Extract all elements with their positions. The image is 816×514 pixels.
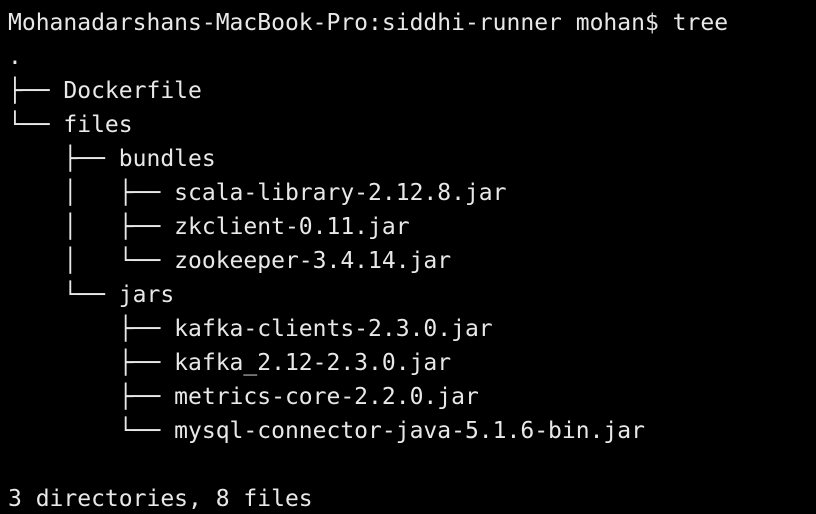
tree-line-file: ├── Dockerfile	[8, 74, 816, 108]
tree-line-root: .	[8, 40, 816, 74]
tree-entry-name: files	[63, 112, 133, 138]
tree-entry-name: zkclient-0.11.jar	[174, 214, 410, 240]
tree-line-file: │ ├── zkclient-0.11.jar	[8, 210, 816, 244]
tree-line-file: ├── metrics-core-2.2.0.jar	[8, 380, 816, 414]
tree-entry-name: kafka-clients-2.3.0.jar	[174, 316, 493, 342]
tree-branch: ├──	[8, 146, 119, 172]
prompt-line: Mohanadarshans-MacBook-Pro:siddhi-runner…	[8, 10, 729, 36]
tree-branch: │ └──	[8, 248, 175, 274]
tree-branch: │ ├──	[8, 180, 175, 206]
tree-branch: ├──	[8, 350, 175, 376]
tree-line-file: └── mysql-connector-java-5.1.6-bin.jar	[8, 414, 816, 448]
tree-line-directory: ├── bundles	[8, 142, 816, 176]
tree-entry-name: .	[8, 44, 22, 70]
tree-entry-name: mysql-connector-java-5.1.6-bin.jar	[174, 418, 645, 444]
tree-line-file: │ └── zookeeper-3.4.14.jar	[8, 244, 816, 278]
tree-entry-name: bundles	[118, 146, 216, 172]
tree-line-file: ├── kafka-clients-2.3.0.jar	[8, 312, 816, 346]
tree-branch: └──	[8, 282, 119, 308]
tree-branch: │ ├──	[8, 214, 175, 240]
tree-line-directory: └── files	[8, 108, 816, 142]
tree-entry-name: Dockerfile	[63, 78, 202, 104]
tree-branch: └──	[8, 112, 64, 138]
tree-entry-name: zookeeper-3.4.14.jar	[174, 248, 452, 274]
tree-line-file: ├── kafka_2.12-2.3.0.jar	[8, 346, 816, 380]
tree-branch: ├──	[8, 384, 175, 410]
terminal-window[interactable]: Mohanadarshans-MacBook-Pro:siddhi-runner…	[0, 0, 816, 514]
tree-branch: ├──	[8, 78, 64, 104]
tree-entry-name: jars	[118, 282, 175, 308]
tree-line-directory: └── jars	[8, 278, 816, 312]
tree-summary: 3 directories, 8 files	[8, 486, 313, 512]
tree-entry-name: kafka_2.12-2.3.0.jar	[174, 350, 452, 376]
tree-entry-name: metrics-core-2.2.0.jar	[174, 384, 479, 410]
tree-branch: └──	[8, 418, 175, 444]
tree-branch: ├──	[8, 316, 175, 342]
tree-line-file: │ ├── scala-library-2.12.8.jar	[8, 176, 816, 210]
tree-entry-name: scala-library-2.12.8.jar	[174, 180, 507, 206]
